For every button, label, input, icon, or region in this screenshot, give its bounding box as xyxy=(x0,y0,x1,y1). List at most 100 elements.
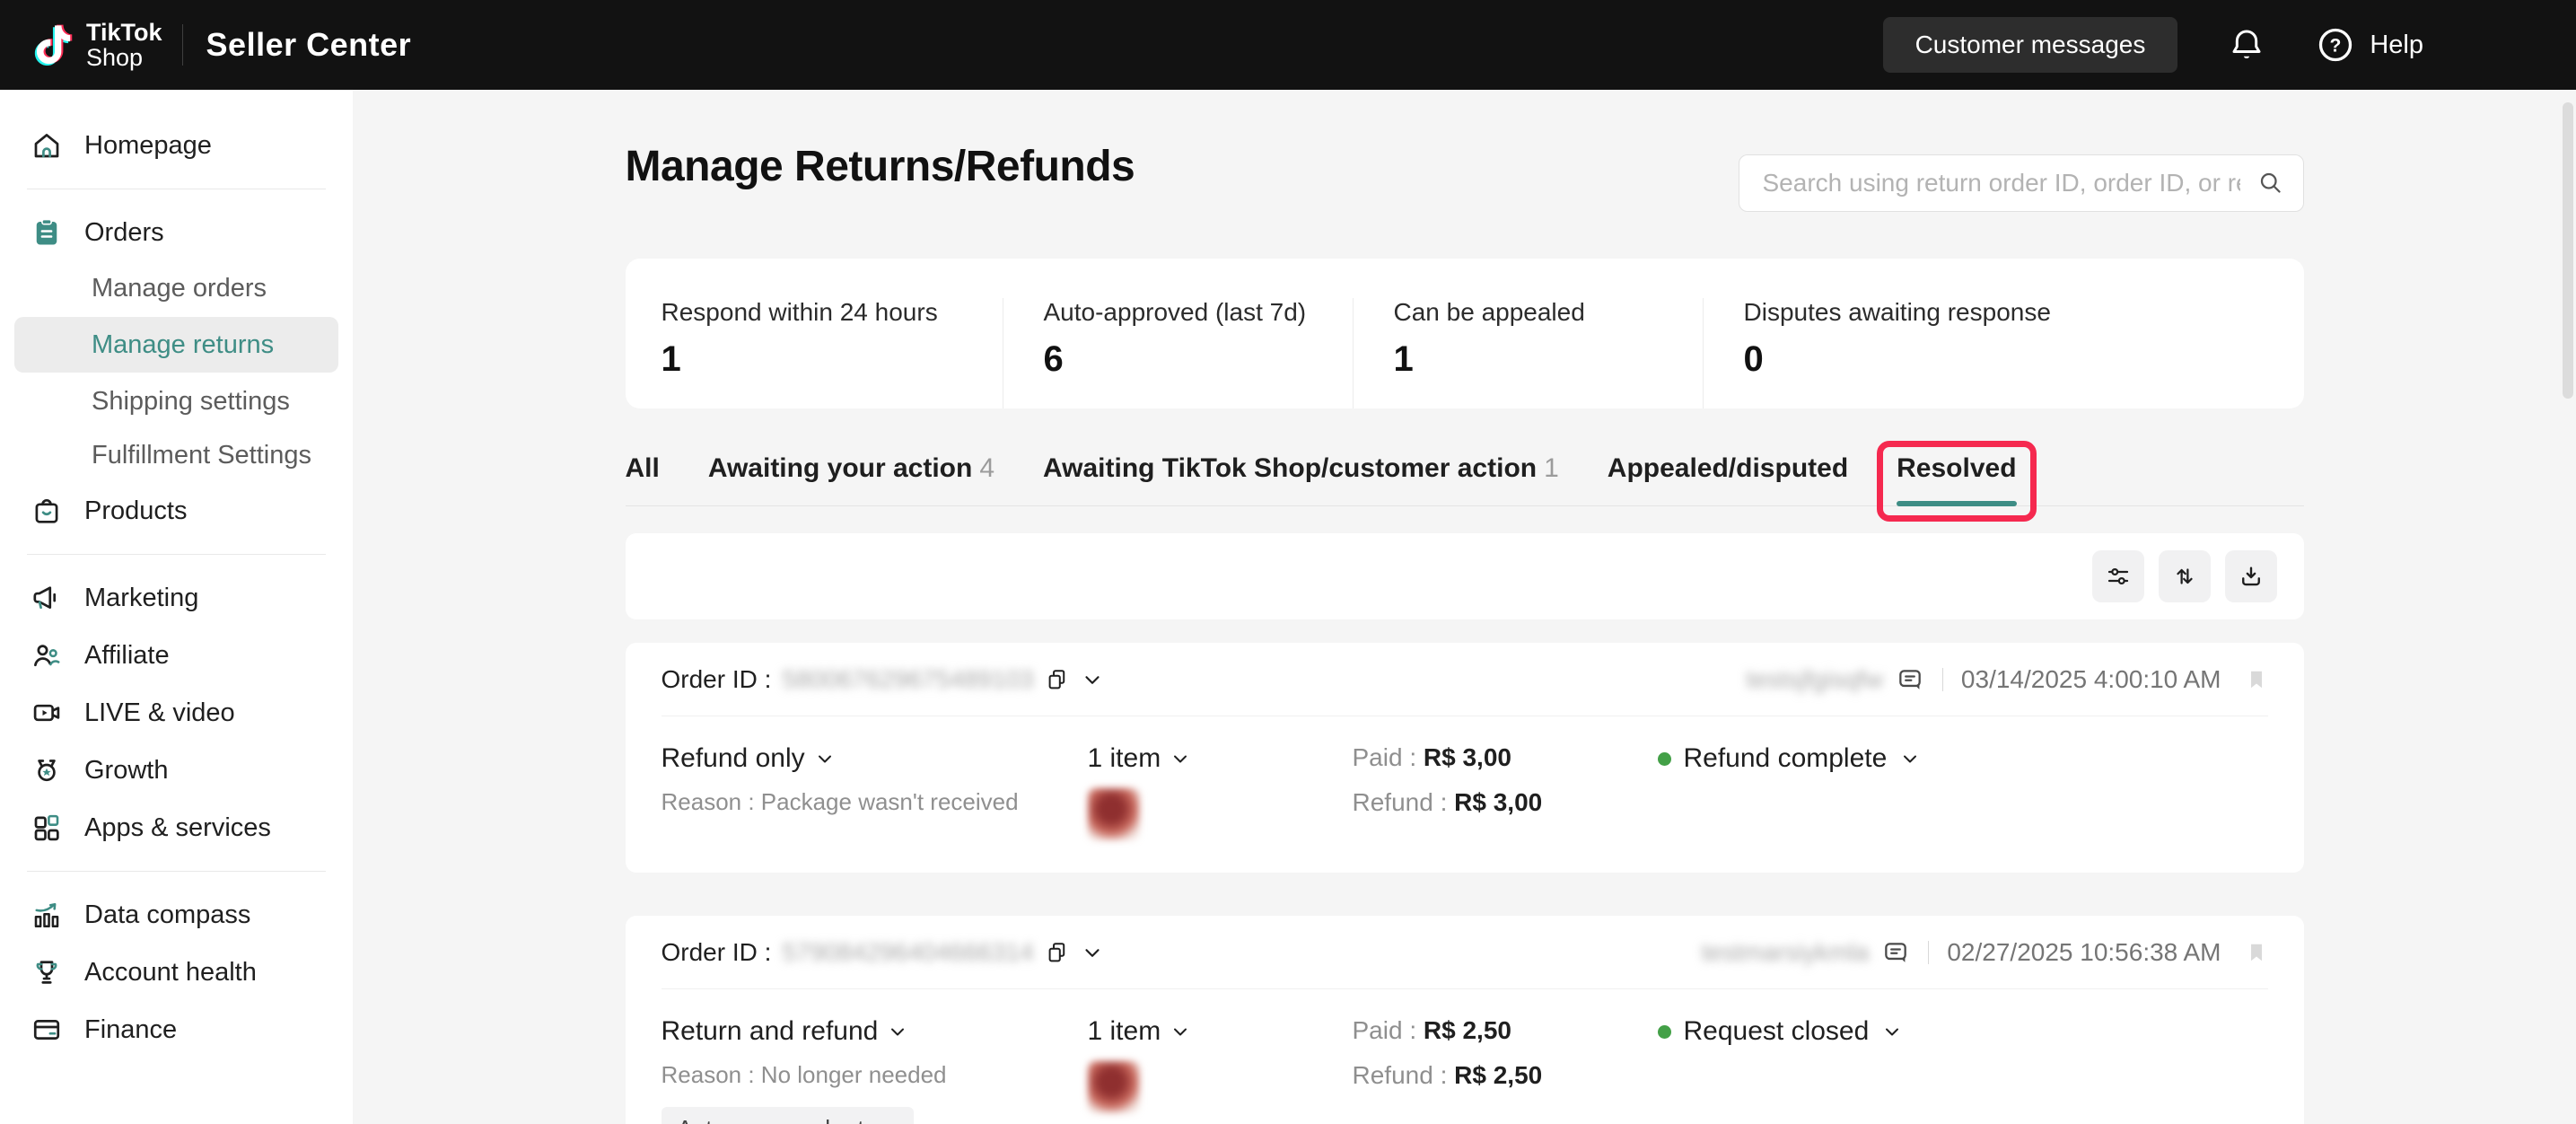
sidebar-item-orders[interactable]: Orders xyxy=(0,204,353,261)
sidebar-item-live-video[interactable]: LIVE & video xyxy=(0,684,353,742)
status-label: Refund complete xyxy=(1684,743,1888,774)
chevron-down-icon xyxy=(1899,748,1921,769)
items-dropdown[interactable]: 1 item xyxy=(1088,743,1353,774)
scrollbar-thumb[interactable] xyxy=(2563,102,2573,399)
sidebar-divider xyxy=(27,554,326,555)
download-button[interactable] xyxy=(2225,550,2277,602)
sort-button[interactable] xyxy=(2159,550,2211,602)
sidebar-item-apps-services[interactable]: Apps & services xyxy=(0,799,353,856)
items-count: 1 item xyxy=(1088,743,1161,774)
svg-text:?: ? xyxy=(2330,36,2342,57)
status-dropdown[interactable]: Request closed xyxy=(1658,1016,2268,1047)
chevron-down-icon xyxy=(1170,1021,1191,1042)
brand-line2: Shop xyxy=(86,45,162,70)
return-type-label: Return and refund xyxy=(662,1016,879,1047)
order-id-label: Order ID : xyxy=(662,938,772,967)
chevron-down-icon[interactable] xyxy=(1081,668,1104,691)
order-id-label: Order ID : xyxy=(662,665,772,694)
return-type-dropdown[interactable]: Return and refund xyxy=(662,1016,1088,1047)
sidebar-label: Orders xyxy=(84,218,164,248)
stat-respond-24h: Respond within 24 hours 1 xyxy=(662,298,1003,408)
sidebar-item-account-health[interactable]: Account health xyxy=(0,944,353,1001)
copy-icon[interactable] xyxy=(1045,667,1070,692)
trophy-icon xyxy=(31,956,63,988)
sidebar-item-shipping-settings[interactable]: Shipping settings xyxy=(0,374,353,428)
bookmark-icon[interactable] xyxy=(2245,668,2268,691)
active-tab-underline xyxy=(1897,501,2016,506)
status-dot xyxy=(1658,752,1671,766)
order-body: Refund only Reason : Package wasn't rece… xyxy=(662,716,2268,873)
sidebar-item-manage-returns[interactable]: Manage returns xyxy=(14,317,338,373)
items-dropdown[interactable]: 1 item xyxy=(1088,1016,1353,1047)
sidebar-item-marketing[interactable]: Marketing xyxy=(0,569,353,627)
sidebar-label: Manage returns xyxy=(92,330,274,360)
sidebar-item-growth[interactable]: Growth xyxy=(0,742,353,799)
notifications-bell-icon[interactable] xyxy=(2228,26,2265,64)
tab-all[interactable]: All xyxy=(626,453,660,505)
stat-label: Respond within 24 hours xyxy=(662,298,985,327)
customer-messages-button[interactable]: Customer messages xyxy=(1883,17,2178,73)
buyer-username-blurred: testsjfgisqfw xyxy=(1746,665,1883,694)
refund-value: R$ 3,00 xyxy=(1454,788,1542,816)
page-title: Manage Returns/Refunds xyxy=(626,142,1135,191)
sidebar-item-products[interactable]: Products xyxy=(0,482,353,540)
sidebar-label: Affiliate xyxy=(84,641,170,671)
sidebar-label: Manage orders xyxy=(92,274,267,303)
sidebar-item-data-compass[interactable]: Data compass xyxy=(0,886,353,944)
sidebar-item-manage-orders[interactable]: Manage orders xyxy=(0,261,353,315)
divider xyxy=(1942,668,1943,691)
brand-wordmark[interactable]: TikTok Shop xyxy=(86,20,162,70)
sidebar-label: Shipping settings xyxy=(92,387,290,417)
download-icon xyxy=(2238,563,2265,590)
sidebar-item-homepage[interactable]: Homepage xyxy=(0,117,353,174)
people-icon xyxy=(31,639,63,672)
tab-awaiting-tiktok-customer-action[interactable]: Awaiting TikTok Shop/customer action1 xyxy=(1043,453,1559,505)
order-date: 03/14/2025 4:00:10 AM xyxy=(1961,665,2221,694)
search-icon[interactable] xyxy=(2257,170,2284,197)
sidebar-item-affiliate[interactable]: Affiliate xyxy=(0,627,353,684)
grid-icon xyxy=(31,812,63,844)
main-content: Manage Returns/Refunds Respond within 24… xyxy=(353,90,2576,1124)
order-items-column: 1 item xyxy=(1088,743,1353,840)
copy-icon[interactable] xyxy=(1045,940,1070,965)
stat-value: 1 xyxy=(662,339,985,380)
tiktok-logo-icon xyxy=(27,19,74,71)
refund-label: Refund : xyxy=(1353,1061,1448,1089)
filter-button[interactable] xyxy=(2092,550,2144,602)
chat-icon[interactable] xyxy=(1881,938,1910,967)
megaphone-icon xyxy=(31,582,63,614)
bookmark-icon[interactable] xyxy=(2245,941,2268,964)
help-icon: ? xyxy=(2316,25,2355,65)
chevron-down-icon[interactable] xyxy=(1081,941,1104,964)
tab-appealed-disputed[interactable]: Appealed/disputed xyxy=(1608,453,1848,505)
refund-value: R$ 2,50 xyxy=(1454,1061,1542,1089)
chevron-down-icon xyxy=(1881,1021,1903,1042)
sidebar-label: Marketing xyxy=(84,584,198,613)
help-menu[interactable]: ? Help xyxy=(2316,25,2423,65)
tab-label: Appealed/disputed xyxy=(1608,453,1848,483)
credit-card-icon xyxy=(31,1014,63,1046)
sidebar-label: Homepage xyxy=(84,131,212,161)
buyer-username-blurred: testmarsiykmla xyxy=(1702,938,1870,967)
tab-resolved[interactable]: Resolved xyxy=(1897,453,2016,505)
status-dropdown[interactable]: Refund complete xyxy=(1658,743,2268,774)
returns-summary-card: Respond within 24 hours 1 Auto-approved … xyxy=(626,259,2304,408)
product-thumbnail-blurred[interactable] xyxy=(1088,1061,1140,1113)
return-type-dropdown[interactable]: Refund only xyxy=(662,743,1088,774)
sidebar-item-finance[interactable]: Finance xyxy=(0,1001,353,1058)
chat-icon[interactable] xyxy=(1896,665,1924,694)
order-id-value-blurred: 579084296404666314 xyxy=(782,938,1033,967)
products-icon xyxy=(31,495,63,527)
bar-chart-icon xyxy=(31,899,63,931)
stat-auto-approved: Auto-approved (last 7d) 6 xyxy=(1003,298,1353,408)
product-thumbnail-blurred[interactable] xyxy=(1088,788,1140,840)
sidebar-divider xyxy=(27,871,326,872)
help-label: Help xyxy=(2370,31,2423,60)
tab-label: Awaiting TikTok Shop/customer action xyxy=(1043,453,1537,483)
tab-count: 4 xyxy=(979,453,994,483)
search-input[interactable] xyxy=(1739,154,2304,212)
sidebar-item-fulfillment-settings[interactable]: Fulfillment Settings xyxy=(0,428,353,482)
tab-awaiting-your-action[interactable]: Awaiting your action4 xyxy=(708,453,994,505)
order-amounts-column: Paid : R$ 3,00 Refund : R$ 3,00 xyxy=(1353,743,1658,840)
tab-count: 1 xyxy=(1544,453,1559,483)
